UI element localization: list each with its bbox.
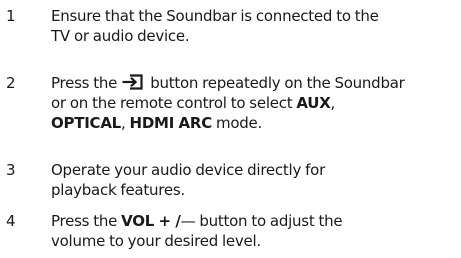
step-text-line: Operate your audio device directly for <box>51 161 325 179</box>
step-number: 1 <box>6 7 16 25</box>
mode-hdmi-arc-label: HDMI ARC <box>129 114 213 132</box>
step-text-line: Press the VOL + /— button to adjust the <box>51 211 456 231</box>
step-text-line: or on the remote control to select AUX, <box>51 93 456 113</box>
step-text-fragment: button to adjust the <box>199 212 343 230</box>
mode-aux-label: AUX <box>296 94 331 112</box>
step-number: 4 <box>6 212 16 230</box>
step-text-line: volume to your desired level. <box>51 232 261 250</box>
separator-comma: , <box>120 114 126 132</box>
step-number: 2 <box>6 74 16 92</box>
minus-symbol: — <box>180 212 196 230</box>
step-text: Operate your audio device directly for p… <box>51 160 456 200</box>
source-input-icon <box>122 74 143 90</box>
vol-button-label: VOL + / <box>121 212 181 230</box>
step-text-line: Ensure that the Soundbar is connected to… <box>51 7 379 25</box>
step-text-line: playback features. <box>51 181 185 199</box>
step-text: Press the VOL + /— button to adjust the … <box>51 211 456 251</box>
step-text-line: OPTICAL, HDMI ARC mode. <box>51 113 456 133</box>
separator-comma: , <box>330 94 336 112</box>
step-text-fragment: button repeatedly on the Soundbar <box>150 74 405 92</box>
step-text-fragment: mode. <box>215 114 263 132</box>
step-text-line: TV or audio device. <box>51 27 190 45</box>
step-text-fragment: Press the <box>51 212 118 230</box>
step-text: Ensure that the Soundbar is connected to… <box>51 6 456 46</box>
step-text-fragment: or on the remote control to select <box>51 94 293 112</box>
step-text: Press the button repeatedly on the Sound… <box>51 73 456 133</box>
step-text-line: Press the button repeatedly on the Sound… <box>51 73 456 93</box>
step-text-fragment: Press the <box>51 74 118 92</box>
step-number: 3 <box>6 161 16 179</box>
mode-optical-label: OPTICAL <box>51 114 121 132</box>
